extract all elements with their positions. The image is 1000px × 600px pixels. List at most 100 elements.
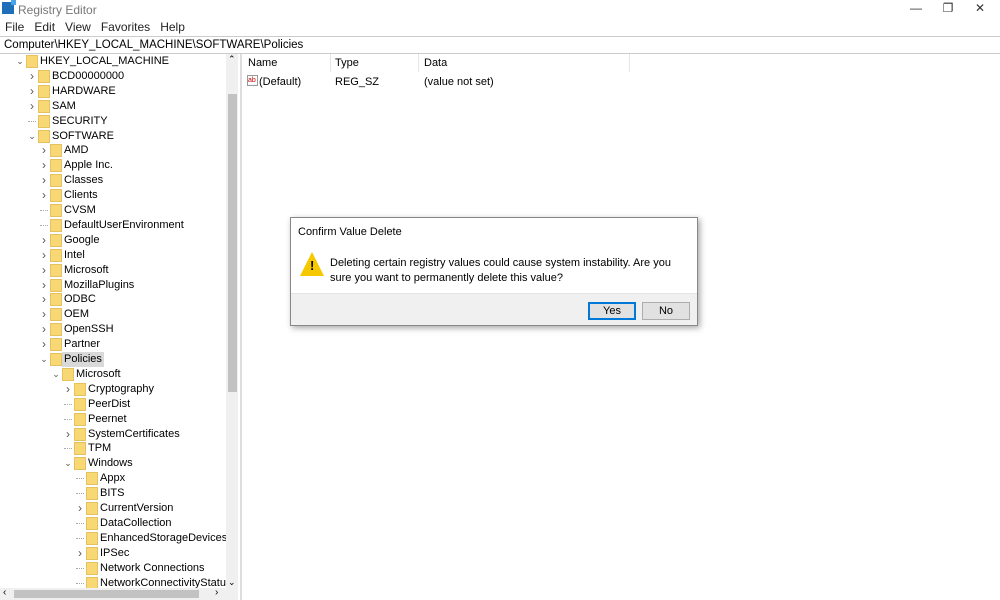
collapsed-chevron-icon[interactable]: › (40, 158, 48, 173)
close-button[interactable]: ✕ (960, 0, 1000, 18)
scroll-up-icon[interactable]: ⌃ (228, 54, 236, 65)
tree-item[interactable]: ⌄ Microsoft (0, 367, 226, 382)
collapsed-chevron-icon[interactable]: › (40, 322, 48, 337)
collapsed-chevron-icon[interactable]: › (40, 143, 48, 158)
tree-item[interactable]: › IPSec (0, 546, 226, 561)
collapsed-chevron-icon[interactable]: › (40, 173, 48, 188)
tree-item-label: ODBC (64, 293, 96, 306)
tree-item[interactable]: › MozillaPlugins (0, 278, 226, 293)
tree-item[interactable]: › AMD (0, 143, 226, 158)
collapsed-chevron-icon[interactable]: › (76, 501, 84, 516)
folder-icon (38, 69, 50, 83)
folder-icon (50, 159, 62, 173)
collapsed-chevron-icon[interactable]: › (28, 69, 36, 84)
collapsed-chevron-icon[interactable]: › (40, 337, 48, 352)
tree-item[interactable]: › Apple Inc. (0, 158, 226, 173)
collapsed-chevron-icon[interactable]: › (40, 188, 48, 203)
tree-item[interactable]: › Partner (0, 337, 226, 352)
expanded-chevron-icon[interactable]: ⌄ (52, 367, 60, 382)
folder-icon (26, 55, 38, 68)
tree-item-label: Microsoft (64, 263, 109, 276)
menu-file[interactable]: File (0, 18, 29, 36)
collapsed-chevron-icon[interactable]: › (76, 546, 84, 561)
tree-item[interactable]: Appx (0, 471, 226, 486)
tree-item[interactable]: › SAM (0, 99, 226, 114)
tree-item[interactable]: CVSM (0, 203, 226, 218)
tree-item[interactable]: › Intel (0, 248, 226, 263)
tree-item[interactable]: › OpenSSH (0, 322, 226, 337)
tree-item[interactable]: Network Connections (0, 561, 226, 576)
tree-item[interactable]: › Cryptography (0, 382, 226, 397)
column-type[interactable]: Type (335, 57, 359, 69)
column-name[interactable]: Name (248, 57, 277, 69)
tree-item[interactable]: › HARDWARE (0, 84, 226, 99)
tree-item[interactable]: TPM (0, 441, 226, 456)
tree-item[interactable]: › BCD00000000 (0, 69, 226, 84)
tree-item[interactable]: PeerDist (0, 397, 226, 412)
scroll-down-icon[interactable]: ⌄ (228, 577, 236, 588)
tree-item-label: IPSec (100, 546, 130, 559)
address-bar[interactable]: Computer\HKEY_LOCAL_MACHINE\SOFTWARE\Pol… (0, 36, 1000, 54)
collapsed-chevron-icon[interactable]: › (28, 99, 36, 114)
tree-item[interactable]: › Google (0, 233, 226, 248)
tree-item[interactable]: › ODBC (0, 292, 226, 307)
tree-item[interactable]: EnhancedStorageDevices (0, 531, 227, 546)
expanded-chevron-icon[interactable]: ⌄ (64, 456, 72, 471)
tree-item[interactable]: › CurrentVersion (0, 501, 226, 516)
tree-line-icon (64, 412, 72, 420)
tree-item-label: OpenSSH (64, 323, 114, 336)
tree-item-label: MozillaPlugins (64, 278, 135, 291)
collapsed-chevron-icon[interactable]: › (64, 382, 72, 397)
column-data[interactable]: Data (424, 57, 447, 69)
tree-item[interactable]: BITS (0, 486, 226, 501)
tree-line-icon (40, 218, 48, 226)
expanded-chevron-icon[interactable]: ⌄ (40, 352, 48, 367)
folder-icon (50, 323, 62, 337)
tree-item[interactable]: DataCollection (0, 516, 226, 531)
tree-horizontal-scroll-thumb[interactable] (14, 590, 199, 598)
collapsed-chevron-icon[interactable]: › (40, 248, 48, 263)
collapsed-chevron-icon[interactable]: › (64, 427, 72, 442)
tree-item-label: SOFTWARE (52, 129, 114, 142)
folder-icon (50, 189, 62, 203)
collapsed-chevron-icon[interactable]: › (40, 233, 48, 248)
tree-item[interactable]: ⌄ Windows (0, 456, 226, 471)
tree-item[interactable]: › Microsoft (0, 263, 226, 278)
folder-icon (86, 472, 98, 486)
yes-button[interactable]: Yes (588, 302, 636, 320)
expanded-chevron-icon[interactable]: ⌄ (28, 129, 36, 144)
tree-item[interactable]: DefaultUserEnvironment (0, 218, 226, 233)
scroll-left-icon[interactable]: ‹ (3, 587, 6, 598)
tree-item[interactable]: Peernet (0, 412, 226, 427)
value-row[interactable]: ab (Default) REG_SZ (value not set) (243, 74, 743, 90)
tree-item[interactable]: ⌄ SOFTWARE (0, 129, 226, 144)
tree-vertical-scroll-thumb[interactable] (228, 94, 237, 392)
folder-icon (74, 412, 86, 426)
collapsed-chevron-icon[interactable]: › (40, 292, 48, 307)
menu-help[interactable]: Help (155, 18, 190, 36)
menu-edit[interactable]: Edit (29, 18, 60, 36)
no-button[interactable]: No (642, 302, 690, 320)
menu-favorites[interactable]: Favorites (96, 18, 155, 36)
tree-item[interactable]: ⌄ Policies (0, 352, 226, 367)
menu-view[interactable]: View (60, 18, 96, 36)
tree-item[interactable]: › Clients (0, 188, 226, 203)
tree-item[interactable]: › Classes (0, 173, 226, 188)
collapsed-chevron-icon[interactable]: › (40, 263, 48, 278)
tree-item[interactable]: SECURITY (0, 114, 226, 129)
tree-line-icon (76, 561, 84, 569)
tree-item-label: Peernet (88, 412, 127, 425)
pane-splitter[interactable] (240, 54, 242, 600)
scroll-right-icon[interactable]: › (215, 587, 218, 598)
tree-item[interactable]: › SystemCertificates (0, 427, 226, 442)
title-bar: Registry Editor — ❐ ✕ (0, 0, 1000, 18)
folder-icon (86, 516, 98, 530)
tree-item[interactable]: ⌄ HKEY_LOCAL_MACHINE (0, 54, 226, 69)
tree-item-label: Apple Inc. (64, 159, 113, 172)
tree-item[interactable]: › OEM (0, 307, 226, 322)
expanded-chevron-icon[interactable]: ⌄ (16, 54, 24, 69)
collapsed-chevron-icon[interactable]: › (28, 84, 36, 99)
collapsed-chevron-icon[interactable]: › (40, 307, 48, 322)
folder-icon (38, 84, 50, 98)
collapsed-chevron-icon[interactable]: › (40, 278, 48, 293)
